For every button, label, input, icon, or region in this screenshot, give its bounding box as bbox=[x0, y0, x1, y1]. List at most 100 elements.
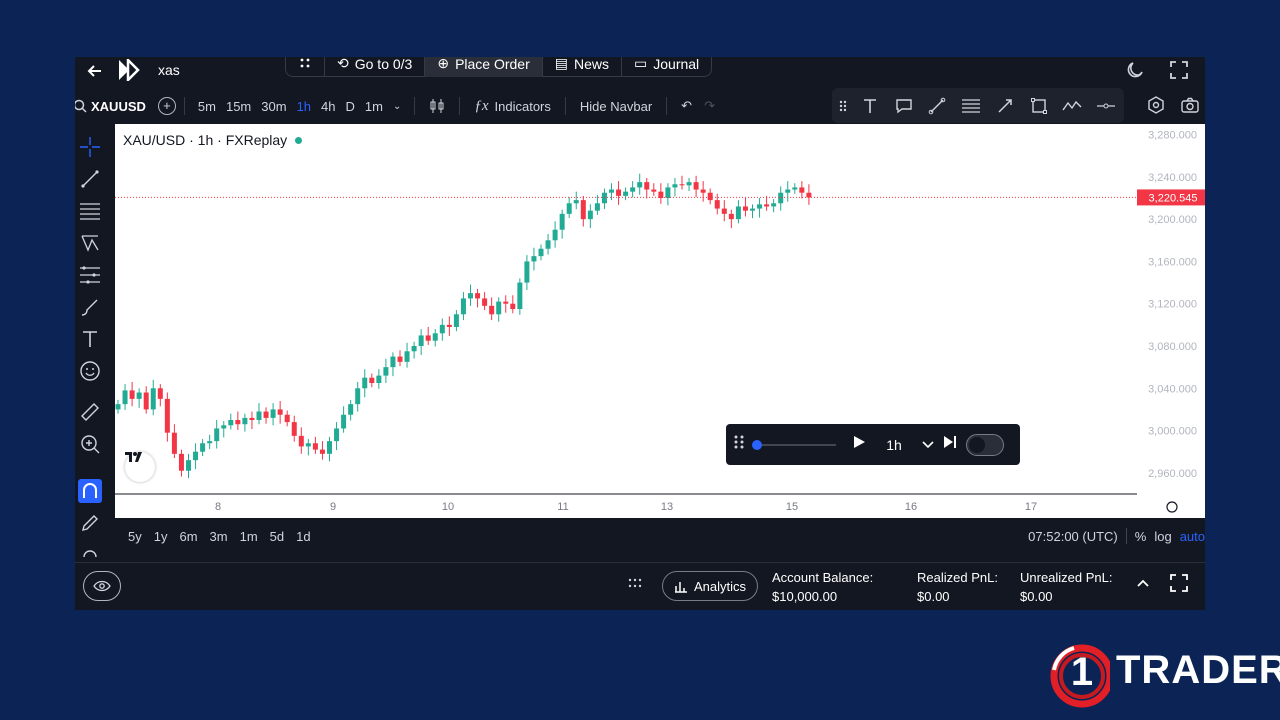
undo-icon[interactable]: ↶ bbox=[675, 98, 698, 114]
hide-drawings-icon[interactable] bbox=[78, 539, 102, 563]
replay-progress-knob[interactable] bbox=[752, 439, 762, 450]
candle-body bbox=[644, 182, 650, 190]
auto-toggle[interactable]: auto bbox=[1180, 529, 1205, 544]
clock-time[interactable]: 07:52:00 (UTC) bbox=[1028, 529, 1118, 544]
realized-pnl-label: Realized PnL: bbox=[917, 570, 998, 585]
chart-canvas[interactable]: 3,280.000 3,240.000 3,200.000 3,160.000 3,12… bbox=[115, 124, 1205, 518]
journal-button[interactable]: ▭ Journal bbox=[621, 57, 711, 77]
x-tick-label: 8 bbox=[215, 501, 221, 513]
zoom-in-icon[interactable] bbox=[78, 432, 102, 456]
range-3m[interactable]: 3m bbox=[204, 529, 234, 544]
timeframe-1m[interactable]: 1m bbox=[360, 99, 388, 114]
candle-body bbox=[665, 187, 671, 198]
candle-body bbox=[475, 293, 481, 299]
drag-handle-icon[interactable] bbox=[628, 575, 642, 591]
lock-drawing-icon[interactable] bbox=[78, 511, 102, 535]
candle-body bbox=[390, 356, 396, 368]
back-arrow-icon[interactable] bbox=[85, 61, 105, 81]
add-symbol-button[interactable]: + bbox=[157, 97, 176, 115]
percent-toggle[interactable]: % bbox=[1135, 529, 1147, 544]
arrow-tool-icon[interactable] bbox=[993, 94, 1017, 118]
range-5y[interactable]: 5y bbox=[122, 529, 148, 544]
replay-progress-slider[interactable] bbox=[752, 439, 836, 450]
settings-icon[interactable] bbox=[1144, 93, 1168, 117]
emoji-icon[interactable] bbox=[78, 359, 102, 383]
x-tick-label: 9 bbox=[330, 501, 336, 513]
candle-body bbox=[425, 335, 431, 341]
log-toggle[interactable]: log bbox=[1154, 529, 1171, 544]
chevron-down-icon[interactable] bbox=[922, 436, 934, 454]
hlines-tool-icon[interactable] bbox=[959, 94, 983, 118]
y-tick-label: 3,080.000 bbox=[1148, 341, 1197, 353]
fullscreen-icon[interactable] bbox=[1169, 60, 1189, 80]
replay-speed[interactable]: 1h bbox=[874, 437, 914, 453]
text-icon[interactable] bbox=[78, 327, 102, 351]
workspace-name[interactable]: xas bbox=[158, 62, 180, 78]
timeframe-15m[interactable]: 15m bbox=[221, 99, 256, 114]
rectangle-tool-icon[interactable] bbox=[1027, 94, 1051, 118]
range-1d[interactable]: 1d bbox=[290, 529, 316, 544]
indicators-button[interactable]: ƒx Indicators bbox=[468, 98, 557, 115]
timeframe-d[interactable]: D bbox=[341, 99, 360, 114]
candle-body bbox=[207, 441, 213, 444]
price-chart[interactable]: 3,280.000 3,240.000 3,200.000 3,160.000 3,12… bbox=[115, 124, 1205, 518]
drag-handle-icon[interactable] bbox=[734, 434, 744, 455]
ruler-icon[interactable] bbox=[78, 400, 102, 424]
bottom-panel: Analytics Account Balance: $10,000.00 Re… bbox=[75, 562, 1205, 610]
fib-icon[interactable] bbox=[78, 263, 102, 287]
drag-handle-icon[interactable] bbox=[838, 94, 848, 118]
play-icon[interactable] bbox=[852, 435, 866, 454]
replay-auto-toggle[interactable] bbox=[966, 433, 1004, 456]
step-forward-icon[interactable] bbox=[942, 435, 958, 454]
range-6m[interactable]: 6m bbox=[173, 529, 203, 544]
crosshair-icon[interactable] bbox=[78, 135, 102, 159]
y-tick-label: 3,040.000 bbox=[1148, 383, 1197, 395]
candle-type-icon[interactable] bbox=[423, 98, 451, 114]
comment-tool-icon[interactable] bbox=[892, 94, 916, 118]
range-1m[interactable]: 1m bbox=[234, 529, 264, 544]
timeframe-30m[interactable]: 30m bbox=[256, 99, 291, 114]
expand-icon[interactable] bbox=[1169, 573, 1189, 593]
text-tool-icon[interactable] bbox=[858, 94, 882, 118]
candle-body bbox=[334, 428, 340, 442]
pattern-icon[interactable] bbox=[78, 231, 102, 255]
candle-body bbox=[418, 335, 424, 346]
brush-icon[interactable] bbox=[78, 295, 102, 319]
goto-button[interactable]: ⟲ Go to 0/3 bbox=[324, 57, 424, 77]
divider bbox=[459, 97, 461, 115]
tradingview-logo-icon[interactable] bbox=[125, 452, 155, 482]
candle-body bbox=[129, 390, 135, 399]
range-5d[interactable]: 5d bbox=[264, 529, 290, 544]
candle-body bbox=[750, 208, 755, 211]
timeframe-1h[interactable]: 1h bbox=[292, 99, 316, 114]
horizontal-lines-icon[interactable] bbox=[78, 199, 102, 223]
chevron-down-icon[interactable]: ⌄ bbox=[388, 101, 406, 112]
y-tick-label: 3,120.000 bbox=[1148, 299, 1197, 311]
candle-body bbox=[552, 229, 558, 241]
y-tick-label: 2,960.000 bbox=[1148, 468, 1197, 480]
timeframe-4h[interactable]: 4h bbox=[316, 99, 340, 114]
candle-body bbox=[616, 189, 622, 196]
moon-icon[interactable] bbox=[1125, 60, 1145, 80]
camera-icon[interactable] bbox=[1178, 93, 1202, 117]
news-button[interactable]: ▤ News bbox=[541, 57, 621, 77]
path-tool-icon[interactable] bbox=[1061, 94, 1085, 118]
redo-icon[interactable]: ↷ bbox=[698, 98, 721, 114]
candle-body bbox=[510, 303, 516, 309]
range-1y[interactable]: 1y bbox=[148, 529, 174, 544]
timeframe-5m[interactable]: 5m bbox=[193, 99, 221, 114]
trendline-tool-icon[interactable] bbox=[925, 94, 949, 118]
candle-body bbox=[298, 435, 304, 447]
analytics-button[interactable]: Analytics bbox=[662, 571, 758, 601]
chevron-up-icon[interactable] bbox=[1135, 575, 1151, 591]
horizontal-ray-icon[interactable] bbox=[1094, 94, 1118, 118]
trendline-icon[interactable] bbox=[78, 167, 102, 191]
hide-navbar-button[interactable]: Hide Navbar bbox=[574, 99, 658, 114]
drag-handle-icon[interactable] bbox=[286, 57, 324, 77]
legend-text: XAU/USD · 1h · FXReplay bbox=[123, 132, 288, 148]
place-order-button[interactable]: ⊕ Place Order bbox=[424, 57, 542, 77]
magnet-icon[interactable] bbox=[78, 479, 102, 503]
symbol-search[interactable]: XAUUSD bbox=[75, 99, 146, 114]
eye-icon[interactable] bbox=[83, 571, 121, 601]
candle-body bbox=[623, 191, 629, 196]
